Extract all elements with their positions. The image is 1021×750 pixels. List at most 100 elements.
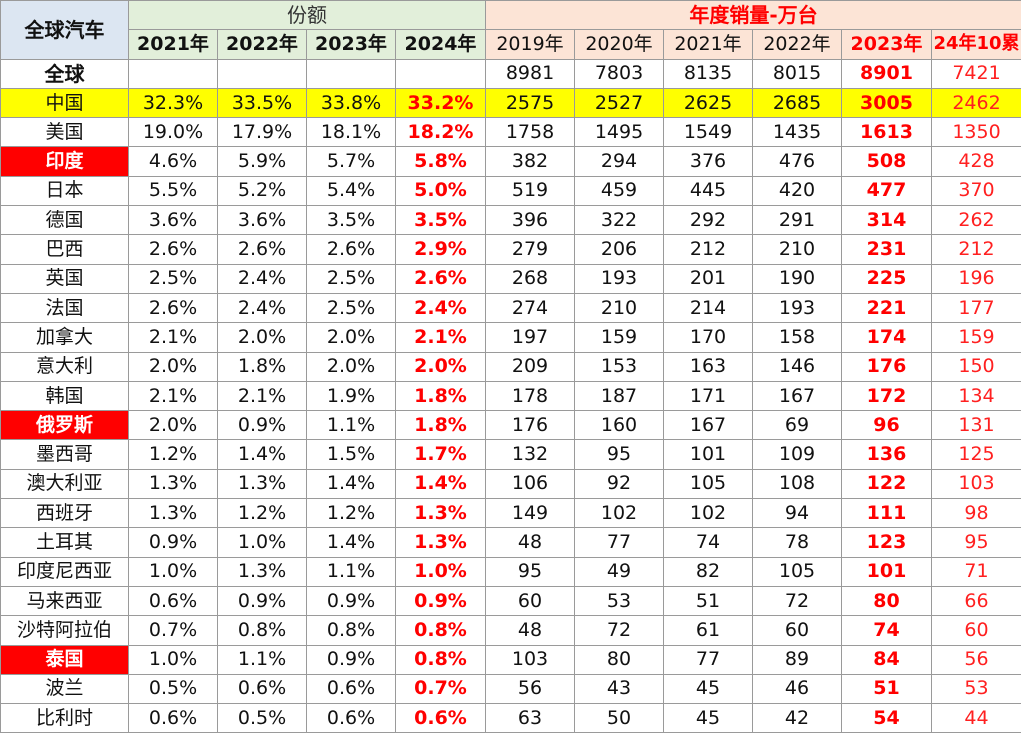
share-cell: 2.6% (128, 234, 218, 265)
sales-cell: 109 (752, 439, 842, 470)
share-cell: 33.2% (395, 87, 486, 119)
sales-cell: 96 (841, 410, 932, 441)
sales-cell: 159 (574, 322, 664, 353)
sales-cell: 77 (663, 644, 753, 675)
sales-cell: 153 (574, 351, 664, 382)
sales-cell: 134 (930, 380, 1021, 412)
sales-cell: 122 (841, 468, 932, 500)
sales-cell: 396 (485, 205, 575, 236)
share-cell: 1.1% (306, 410, 396, 441)
share-year-header: 2022年 (217, 29, 307, 60)
sales-cell: 123 (841, 527, 932, 558)
country-cell: 法国 (0, 292, 129, 324)
sales-cell: 101 (841, 556, 932, 587)
sales-cell: 44 (930, 703, 1021, 734)
table-row: 日本 5.5% 5.2% 5.4% 5.0% 519 459 445 420 477 370 (0, 175, 1021, 207)
sales-cell: 105 (663, 468, 753, 500)
sales-cell: 178 (485, 380, 575, 412)
table-row: 马来西亚 0.6% 0.9% 0.9% 0.9% 60 53 51 72 80 66 (0, 585, 1021, 617)
share-cell: 2.1% (128, 322, 218, 353)
country-cell: 澳大利亚 (0, 468, 129, 500)
sales-cell: 61 (663, 615, 753, 646)
sales-cell: 3005 (841, 87, 932, 119)
sales-cell: 46 (752, 673, 842, 705)
header-row-1: 全球汽车 份额 年度销量-万台 (0, 0, 1021, 60)
sales-cell: 187 (574, 380, 664, 412)
sales-cell: 2625 (663, 87, 753, 119)
table-row: 意大利 2.0% 1.8% 2.0% 2.0% 209 153 163 146 176 150 (0, 351, 1021, 382)
sales-cell: 262 (930, 205, 1021, 236)
sales-cell: 50 (574, 703, 664, 734)
table-body: 全球 8981 7803 8135 8015 8901 7421 中国 32.3% 33.5% 33… (0, 58, 1021, 734)
share-year-header: 2021年 (128, 29, 218, 60)
share-cell: 5.8% (395, 146, 486, 177)
sales-cell: 66 (930, 585, 1021, 617)
country-cell: 俄罗斯 (0, 410, 129, 441)
sales-year-header: 2023年 (841, 29, 932, 60)
sales-cell: 477 (841, 175, 932, 207)
table-row: 土耳其 0.9% 1.0% 1.4% 1.3% 48 77 74 78 123 95 (0, 527, 1021, 558)
sales-cell: 111 (841, 498, 932, 529)
table-row: 法国 2.6% 2.4% 2.5% 2.4% 274 210 214 193 221 177 (0, 292, 1021, 324)
sales-cell: 225 (841, 263, 932, 294)
sales-cell: 8015 (752, 58, 842, 89)
share-cell: 1.5% (306, 439, 396, 470)
table-row: 巴西 2.6% 2.6% 2.6% 2.9% 279 206 212 210 231 212 (0, 234, 1021, 265)
sales-cell: 370 (930, 175, 1021, 207)
share-cell: 2.0% (128, 351, 218, 382)
sales-cell: 210 (752, 234, 842, 265)
share-cell: 0.6% (128, 703, 218, 734)
share-cell: 0.6% (306, 703, 396, 734)
sales-cell: 2462 (930, 87, 1021, 119)
sales-cell: 201 (663, 263, 753, 294)
sales-cell: 56 (930, 644, 1021, 675)
table-row: 泰国 1.0% 1.1% 0.9% 0.8% 103 80 77 89 84 56 (0, 644, 1021, 675)
share-cell: 2.6% (306, 234, 396, 265)
country-cell: 美国 (0, 117, 129, 148)
sales-cell: 51 (841, 673, 932, 705)
share-cell: 2.5% (306, 263, 396, 294)
sales-cell: 49 (574, 556, 664, 587)
sales-cell: 82 (663, 556, 753, 587)
sales-cell: 292 (663, 205, 753, 236)
share-cell: 1.2% (306, 498, 396, 529)
share-cell: 0.9% (395, 585, 486, 617)
sales-cell: 176 (485, 410, 575, 441)
share-cell: 1.4% (306, 468, 396, 500)
share-cell: 33.8% (306, 87, 396, 119)
sales-cell: 274 (485, 292, 575, 324)
sales-cell: 95 (930, 527, 1021, 558)
share-cell: 3.6% (217, 205, 307, 236)
share-cell: 5.9% (217, 146, 307, 177)
sales-cell: 508 (841, 146, 932, 177)
sales-cell: 2575 (485, 87, 575, 119)
share-cell: 0.6% (306, 673, 396, 705)
share-cell: 1.4% (217, 439, 307, 470)
sales-cell: 48 (485, 527, 575, 558)
sales-cell: 167 (663, 410, 753, 441)
country-cell: 泰国 (0, 644, 129, 675)
sales-cell: 43 (574, 673, 664, 705)
sales-cell: 105 (752, 556, 842, 587)
share-cell: 2.4% (217, 263, 307, 294)
sales-cell: 420 (752, 175, 842, 207)
share-cell: 1.4% (395, 468, 486, 500)
table-row: 比利时 0.6% 0.5% 0.6% 0.6% 63 50 45 42 54 44 (0, 703, 1021, 734)
share-cell: 1.2% (128, 439, 218, 470)
sales-cell: 445 (663, 175, 753, 207)
sales-cell: 63 (485, 703, 575, 734)
share-cell: 2.9% (395, 234, 486, 265)
share-cell: 2.5% (306, 292, 396, 324)
sales-cell: 1435 (752, 117, 842, 148)
share-cell: 1.0% (128, 556, 218, 587)
country-cell: 意大利 (0, 351, 129, 382)
sales-cell: 7421 (930, 58, 1021, 89)
sales-cell: 102 (663, 498, 753, 529)
sales-cell: 54 (841, 703, 932, 734)
share-cell (395, 58, 486, 89)
country-cell: 加拿大 (0, 322, 129, 353)
sales-cell: 8901 (841, 58, 932, 89)
sales-group-title: 年度销量-万台 (484, 0, 1021, 31)
sales-cell: 196 (930, 263, 1021, 294)
sales-year-header: 2022年 (752, 29, 842, 60)
